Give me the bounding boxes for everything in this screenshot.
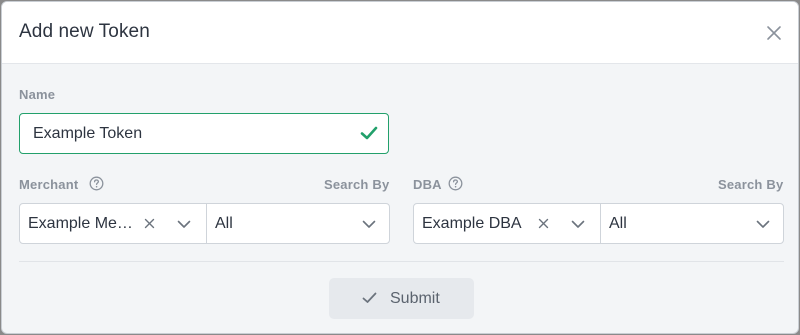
dba-clear-icon[interactable] [538,218,549,229]
submit-button[interactable]: Submit [329,278,474,319]
chevron-down-icon[interactable] [362,220,376,229]
checkmark-icon [362,292,377,303]
dba-select[interactable]: Example DBA [414,204,600,243]
modal-title: Add new Token [19,21,150,42]
name-label: Name [19,87,56,102]
valid-check-icon [360,126,378,140]
merchant-search-by-label: Search By [324,177,390,192]
footer-divider [19,261,784,262]
merchant-combo: Example Mer… All [19,203,390,244]
merchant-clear-icon[interactable] [144,218,155,229]
modal-header: Add new Token [2,2,798,64]
dba-combo: Example DBA All [413,203,784,244]
name-input-value: Example Token [33,125,143,142]
submit-label: Submit [390,290,440,307]
dba-search-by-select[interactable]: All [600,204,783,243]
chevron-down-icon[interactable] [177,220,191,229]
merchant-label: Merchant [19,177,79,192]
dba-label: DBA [413,177,442,192]
dba-select-value: Example DBA [422,215,522,232]
close-icon[interactable] [764,23,784,43]
name-input[interactable]: Example Token [19,113,389,154]
merchant-select-value: Example Mer… [28,215,136,232]
dba-search-by-label: Search By [718,177,784,192]
dba-help-icon[interactable] [448,176,463,191]
add-token-modal: Add new Token Name Example Token Merchan… [1,1,799,334]
chevron-down-icon[interactable] [756,220,770,229]
chevron-down-icon[interactable] [571,220,585,229]
merchant-help-icon[interactable] [89,176,104,191]
merchant-search-by-value: All [215,215,233,232]
merchant-search-by-select[interactable]: All [206,204,389,243]
dba-search-by-value: All [609,215,627,232]
merchant-select[interactable]: Example Mer… [20,204,206,243]
